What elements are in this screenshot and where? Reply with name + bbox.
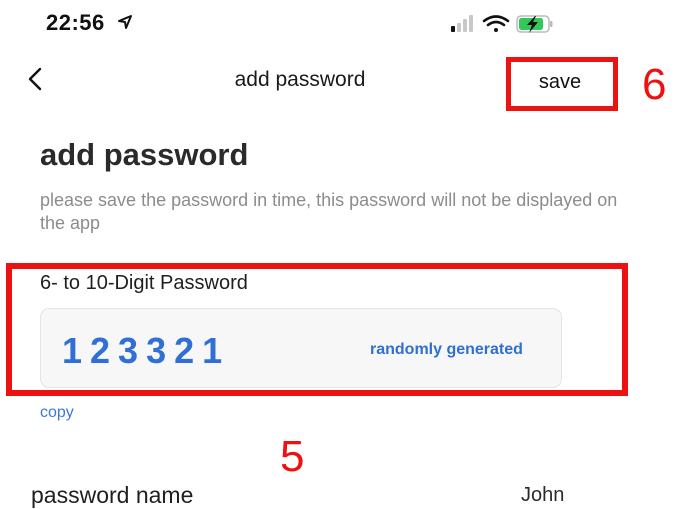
wifi-icon [482,15,510,32]
status-icons [449,12,559,36]
page-subtitle: please save the password in time, this p… [40,190,618,233]
password-name-label: password name [31,482,194,508]
randomly-generated-button[interactable]: randomly generated [370,341,523,359]
password-label: 6- to 10-Digit Password [40,272,248,294]
battery-charging-icon [516,15,553,33]
annotation-marker-5: 5 [280,432,305,481]
location-arrow-icon [117,10,133,36]
password-name-value[interactable]: John [521,484,564,507]
status-time: 22:56 [46,10,133,36]
cellular-signal-icon [451,15,473,32]
annotation-marker-6: 6 [642,60,667,109]
save-button[interactable]: save [506,57,614,107]
copy-link[interactable]: copy [40,404,74,422]
status-time-text: 22:56 [46,10,105,35]
page-title: add password [40,137,249,172]
password-value[interactable]: 123321 [62,330,230,372]
